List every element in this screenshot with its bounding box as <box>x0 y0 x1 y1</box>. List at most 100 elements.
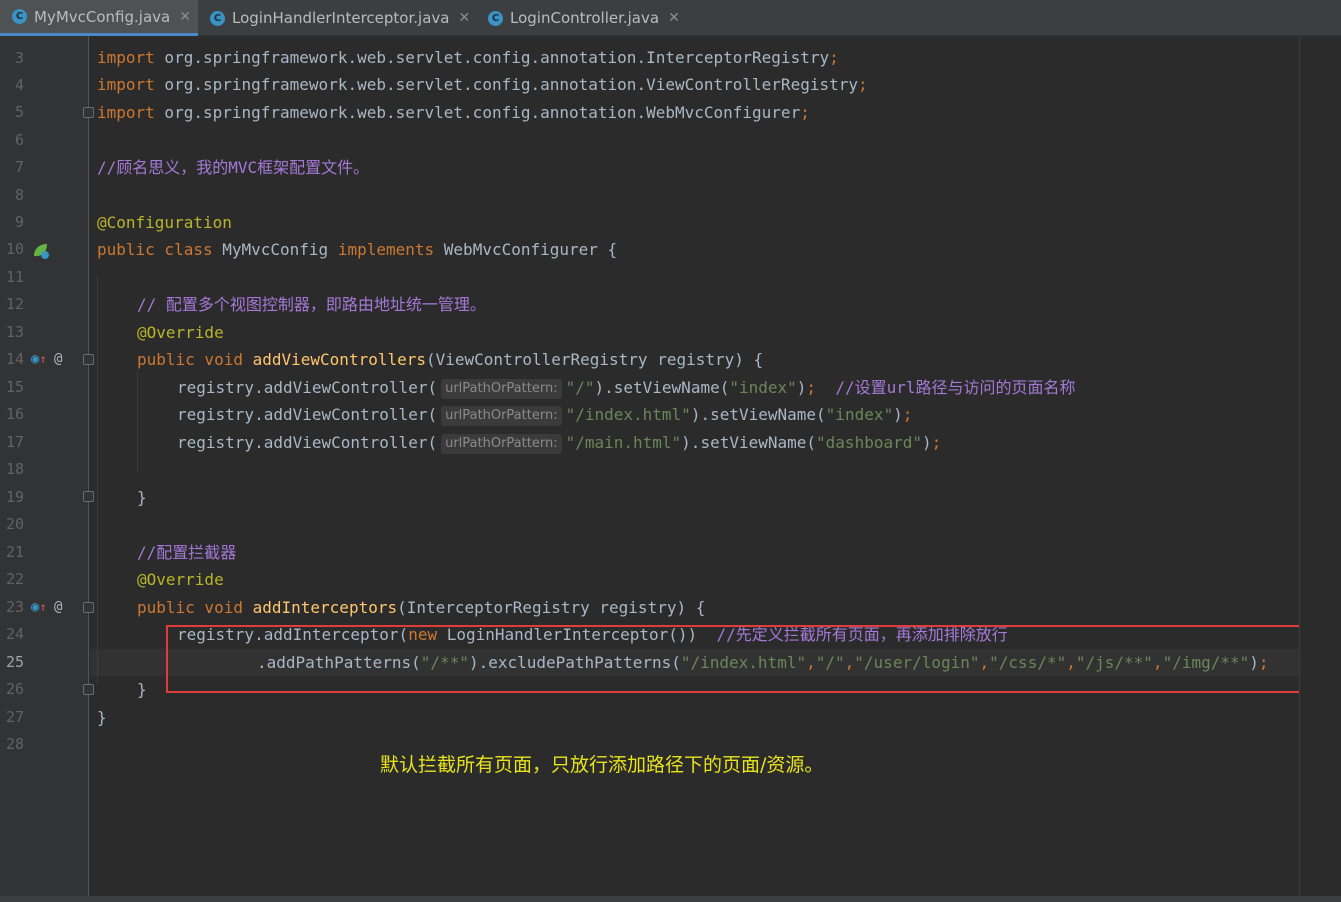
line-number: 19 <box>5 488 24 506</box>
code-text: registry.addViewController( <box>177 378 438 397</box>
code-line-15[interactable]: registry.addViewController(urlPathOrPatt… <box>177 374 1076 401</box>
close-icon[interactable]: ✕ <box>179 9 191 25</box>
tab-logincontroller[interactable]: C LoginController.java ✕ <box>476 0 694 36</box>
tab-label: LoginController.java <box>510 9 660 27</box>
code-line-17[interactable]: registry.addViewController(urlPathOrPatt… <box>177 429 941 456</box>
closing-brace: } <box>137 488 147 507</box>
class-name: MyMvcConfig <box>212 240 338 259</box>
code-line-3[interactable]: import org.springframework.web.servlet.c… <box>97 44 839 71</box>
line-number: 10 <box>5 240 24 258</box>
code-line-19[interactable]: } <box>137 484 147 511</box>
line-number: 3 <box>14 49 24 67</box>
line-number: 17 <box>5 433 24 451</box>
code-text: ).setViewName( <box>681 433 817 452</box>
override-method-icon[interactable]: ◉↑ <box>31 599 47 615</box>
line-number: 21 <box>5 543 24 561</box>
indent-guide <box>97 275 98 685</box>
code-line-27[interactable]: } <box>97 704 107 731</box>
editor-right-scrollbar[interactable] <box>1299 36 1341 896</box>
tab-loginhandlerinterceptor[interactable]: C LoginHandlerInterceptor.java ✕ <box>198 0 476 36</box>
fold-marker[interactable] <box>83 354 94 365</box>
code-line-4[interactable]: import org.springframework.web.servlet.c… <box>97 71 868 98</box>
line-number: 26 <box>5 680 24 698</box>
line-number: 22 <box>5 570 24 588</box>
editor-tab-bar: C MyMvcConfig.java ✕ C LoginHandlerInter… <box>0 0 1341 36</box>
code-line-5[interactable]: import org.springframework.web.servlet.c… <box>97 99 810 126</box>
keyword: import <box>97 103 155 122</box>
string-literal: "/" <box>565 378 595 397</box>
code-text: ) <box>893 405 903 424</box>
code-text: (ViewControllerRegistry registry) { <box>426 350 764 369</box>
line-number: 16 <box>5 405 24 423</box>
keyword: public class <box>97 240 213 259</box>
comment: //顾名思义，我的MVC框架配置文件。 <box>97 158 370 177</box>
semicolon: ; <box>858 75 868 94</box>
override-method-icon[interactable]: ◉↑ <box>31 351 47 367</box>
fold-marker[interactable] <box>83 107 94 118</box>
code-line-7[interactable]: //顾名思义，我的MVC框架配置文件。 <box>97 154 369 181</box>
line-number: 20 <box>5 515 24 533</box>
line-number: 27 <box>5 708 24 726</box>
tab-label: LoginHandlerInterceptor.java <box>232 9 450 27</box>
at-sign-icon: @ <box>54 599 63 615</box>
line-number-current: 25 <box>5 653 24 671</box>
annotation: @Override <box>137 570 224 589</box>
comment: //配置拦截器 <box>137 543 237 562</box>
at-sign-icon: @ <box>54 351 63 367</box>
fold-marker[interactable] <box>83 684 94 695</box>
line-number: 7 <box>14 158 24 176</box>
code-text: ) <box>796 378 807 397</box>
line-number: 12 <box>5 295 24 313</box>
close-icon[interactable]: ✕ <box>668 10 680 26</box>
comment: // 配置多个视图控制器，即路由地址统一管理。 <box>137 295 486 314</box>
spring-bean-icon[interactable] <box>31 242 51 259</box>
line-number: 6 <box>14 131 24 149</box>
code-text: registry.addViewController( <box>177 405 438 424</box>
code-line-21[interactable]: //配置拦截器 <box>137 539 236 566</box>
code-text: ).setViewName( <box>594 378 730 397</box>
string-literal: "index" <box>729 378 797 397</box>
code-line-23[interactable]: public void addInterceptors(InterceptorR… <box>137 594 705 621</box>
fold-marker[interactable] <box>83 491 94 502</box>
code-line-12[interactable]: // 配置多个视图控制器，即路由地址统一管理。 <box>137 291 486 318</box>
code-line-10[interactable]: public class MyMvcConfig implements WebM… <box>97 236 617 263</box>
code-text: WebMvcConfigurer { <box>434 240 618 259</box>
class-icon: C <box>488 10 503 26</box>
code-text: org.springframework.web.servlet.config.a… <box>154 103 801 122</box>
line-number-gutter[interactable]: 3 4 5 6 7 8 9 10 11 12 13 14 15 16 17 18… <box>0 36 120 896</box>
parameter-hint: urlPathOrPattern: <box>441 379 562 399</box>
semicolon: ; <box>902 405 913 424</box>
fold-marker[interactable] <box>83 602 94 613</box>
class-icon: C <box>12 9 27 24</box>
code-line-14[interactable]: public void addViewControllers(ViewContr… <box>137 346 763 373</box>
tab-label: MyMvcConfig.java <box>34 7 171 26</box>
close-icon[interactable]: ✕ <box>458 10 470 26</box>
indent-guide <box>137 372 138 472</box>
closing-brace: } <box>137 680 147 699</box>
string-literal: "/index.html" <box>565 405 691 424</box>
code-line-16[interactable]: registry.addViewController(urlPathOrPatt… <box>177 401 912 428</box>
code-line-22[interactable]: @Override <box>137 566 224 593</box>
line-number: 23 <box>5 598 24 616</box>
line-number: 5 <box>14 103 24 121</box>
line-number: 24 <box>5 625 24 643</box>
string-literal: "index" <box>825 405 894 424</box>
code-text: org.springframework.web.servlet.config.a… <box>154 75 858 94</box>
annotation: @Override <box>137 323 224 342</box>
code-text: ) <box>922 433 932 452</box>
line-number: 13 <box>5 323 24 341</box>
keyword: implements <box>337 240 435 259</box>
keyword: public void <box>137 350 243 369</box>
annotation: @Configuration <box>97 213 232 232</box>
bottom-scrollbar[interactable] <box>0 896 1341 902</box>
closing-brace: } <box>97 708 107 727</box>
code-line-13[interactable]: @Override <box>137 319 224 346</box>
code-text: org.springframework.web.servlet.config.a… <box>154 48 830 67</box>
tab-mymvcconfig[interactable]: C MyMvcConfig.java ✕ <box>0 0 198 36</box>
code-line-26[interactable]: } <box>137 676 147 703</box>
code-text: registry.addViewController( <box>177 433 438 452</box>
code-line-9[interactable]: @Configuration <box>97 209 232 236</box>
semicolon: ; <box>931 433 942 452</box>
keyword: public void <box>137 598 243 617</box>
code-text: ).setViewName( <box>690 405 826 424</box>
